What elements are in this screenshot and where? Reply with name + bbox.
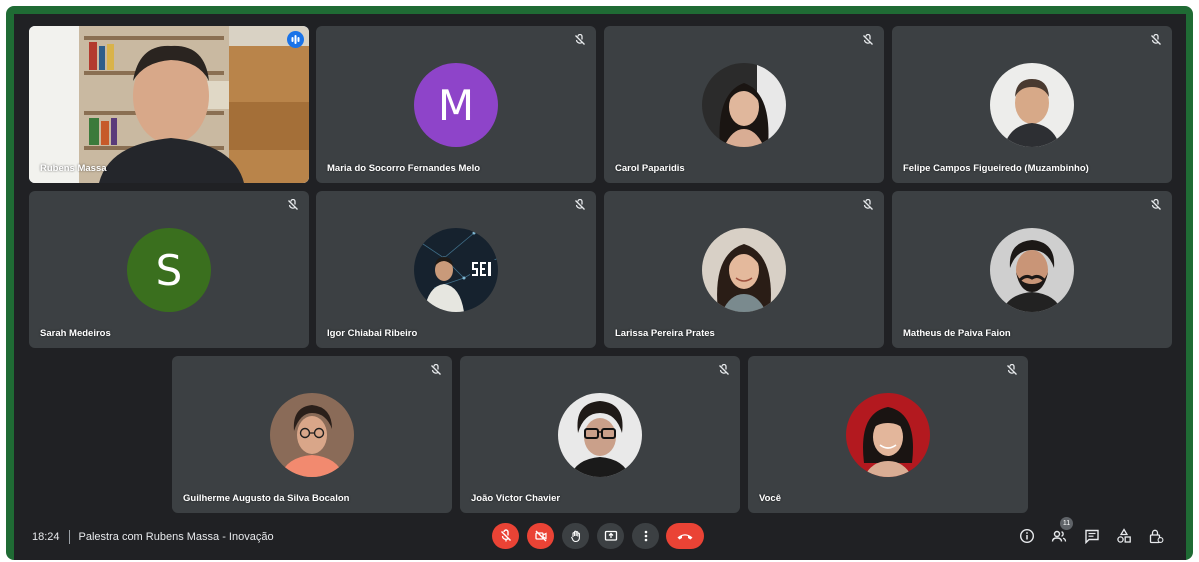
mic-off-icon [500, 529, 511, 542]
mic-off-icon [863, 34, 873, 45]
people-icon[interactable] [1051, 528, 1067, 544]
participant-name: João Victor Chavier [471, 493, 561, 504]
avatar [846, 393, 930, 477]
participant-name: Felipe Campos Figueiredo (Muzambinho) [903, 163, 1089, 174]
avatar [990, 228, 1074, 312]
participant-name: Larissa Pereira Prates [615, 328, 715, 339]
info-icon[interactable] [1019, 528, 1035, 544]
mic-off-icon [719, 364, 729, 375]
meeting-title: Palestra com Rubens Massa - Inovação [78, 531, 274, 543]
participant-tile-self[interactable]: Você [748, 356, 1028, 513]
divider [68, 530, 70, 544]
avatar [702, 228, 786, 312]
participant-name: Maria do Socorro Fernandes Melo [327, 163, 481, 174]
host-controls-icon[interactable] [1148, 528, 1164, 544]
participant-tile-carol[interactable]: Carol Paparidis [604, 26, 884, 183]
participant-name: Você [759, 493, 782, 504]
avatar-letter: M [437, 80, 475, 130]
avatar [702, 63, 786, 147]
avatar [414, 228, 498, 312]
participant-tile-felipe[interactable]: Felipe Campos Figueiredo (Muzambinho) [892, 26, 1172, 183]
participant-name: Matheus de Paiva Faion [903, 328, 1011, 339]
control-bar: 18:24 Palestra com Rubens Massa - Inovaç… [14, 512, 1186, 560]
hand-icon [570, 530, 580, 543]
avatar [990, 63, 1074, 147]
avatar [558, 393, 642, 477]
participant-name: Sarah Medeiros [40, 328, 111, 339]
avatar: M [414, 63, 498, 147]
mic-off-icon [431, 364, 441, 375]
mic-off-icon [1007, 364, 1017, 375]
camera-toggle-button[interactable] [527, 523, 554, 549]
speaker-video [29, 26, 309, 183]
participant-tile-guilherme[interactable]: Guilherme Augusto da Silva Bocalon [172, 356, 452, 513]
mic-off-icon [288, 199, 298, 210]
more-options-button[interactable] [632, 523, 659, 549]
mic-off-icon [575, 199, 585, 210]
participant-tile-matheus[interactable]: Matheus de Paiva Faion [892, 191, 1172, 348]
participant-tile-joao[interactable]: João Victor Chavier [460, 356, 740, 513]
participant-tile-larissa[interactable]: Larissa Pereira Prates [604, 191, 884, 348]
participant-tile-maria[interactable]: M Maria do Socorro Fernandes Melo [316, 26, 596, 183]
meeting-info: 18:24 Palestra com Rubens Massa - Inovaç… [32, 530, 274, 544]
mic-off-icon [575, 34, 585, 45]
present-screen-icon [604, 530, 617, 541]
clock-time: 18:24 [32, 531, 60, 543]
camera-off-icon [534, 530, 547, 542]
participant-tile-igor[interactable]: Igor Chiabai Ribeiro [316, 191, 596, 348]
mic-off-icon [1151, 34, 1161, 45]
participant-name: Guilherme Augusto da Silva Bocalon [183, 493, 350, 504]
participant-count-badge: 11 [1060, 517, 1073, 530]
mic-off-icon [863, 199, 873, 210]
participant-tile-rubens[interactable]: Rubens Massa [29, 26, 309, 183]
avatar: S [127, 228, 211, 312]
mic-off-icon [1151, 199, 1161, 210]
chat-icon[interactable] [1084, 528, 1100, 544]
more-vert-icon [644, 530, 647, 542]
leave-call-button[interactable] [666, 523, 704, 549]
raise-hand-button[interactable] [562, 523, 589, 549]
speaking-indicator-icon [287, 31, 304, 48]
hang-up-icon [677, 534, 693, 540]
participant-name: Rubens Massa [40, 163, 107, 174]
mic-toggle-button[interactable] [492, 523, 519, 549]
present-screen-button[interactable] [597, 523, 624, 549]
participant-tile-sarah[interactable]: S Sarah Medeiros [29, 191, 309, 348]
avatar [270, 393, 354, 477]
participant-name: Carol Paparidis [615, 163, 685, 174]
participant-name: Igor Chiabai Ribeiro [327, 328, 418, 339]
avatar-letter: S [155, 245, 183, 295]
activities-icon[interactable] [1116, 528, 1132, 544]
meet-window: Rubens Massa M Maria do Socorro Fernande… [14, 14, 1186, 560]
